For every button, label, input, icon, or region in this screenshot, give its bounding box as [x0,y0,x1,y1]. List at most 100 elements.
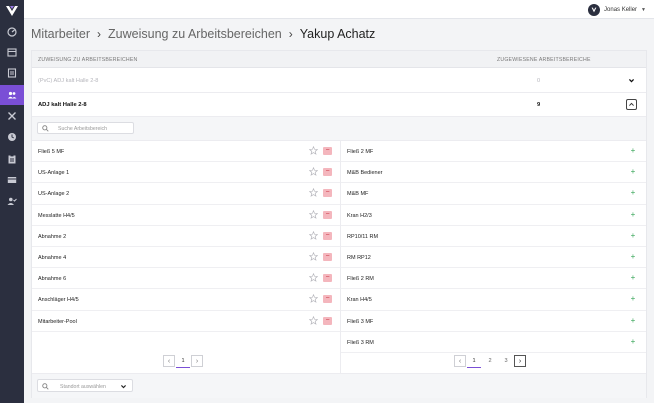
area-lists: Fließ 5 MF − US-Anlage 1− US-Anlage 2− Messl… [32,141,646,397]
add-button[interactable]: + [629,337,637,346]
chevron-down-icon [628,79,635,83]
sidebar-item-id-card[interactable] [0,170,24,190]
add-button[interactable]: + [629,210,637,219]
area-name: M&B Bediener [347,170,383,177]
list-item: US-Anlage 1 − [32,162,340,184]
star-icon[interactable] [308,230,319,240]
area-name: Anschläger H4/5 [38,297,79,304]
list-item: Fließ 5 MF − [32,141,340,163]
chevron-right-icon: › [288,27,293,41]
user-avatar-icon [591,7,597,12]
area-name: Kran H4/5 [347,297,372,304]
add-button[interactable]: + [629,168,637,176]
top-bar: Jonas Keller ▼ [24,0,654,19]
sidebar-item-time[interactable] [0,127,24,147]
breadcrumb-item-employees[interactable]: Mitarbeiter [31,27,90,41]
star-icon[interactable] [308,251,319,261]
collapse-button[interactable] [626,99,637,110]
remove-button[interactable]: − [323,147,332,155]
table-row-expanded[interactable]: ADJ kalt Halle 2-8 9 [32,93,646,117]
add-button[interactable]: + [629,274,637,282]
sidebar-item-tools[interactable] [0,106,24,126]
list-item: Fließ 2 MF + [341,141,646,163]
star-icon[interactable] [308,145,319,155]
search-input[interactable] [58,124,130,133]
area-name: Abnahme 6 [38,276,67,283]
add-button[interactable]: + [629,231,637,240]
document-icon [7,68,17,78]
sidebar-item-dashboard[interactable] [0,22,24,42]
area-name: Fließ 2 MF [347,149,374,155]
star-icon[interactable] [308,188,319,198]
add-button[interactable]: + [629,295,637,303]
expand-button[interactable] [626,75,637,86]
page-number[interactable]: 3 [498,358,514,364]
user-check-icon [7,197,17,205]
assigned-list: Fließ 5 MF − US-Anlage 1− US-Anlage 2− Messl… [32,141,340,332]
sidebar-item-users[interactable] [0,85,24,105]
chevron-right-icon: › [97,27,102,41]
area-name: RP10/11 RM [347,233,379,240]
location-select-placeholder: Standort auswählen [60,383,106,390]
breadcrumb-item-assignment[interactable]: Zuweisung zu Arbeitsbereichen [108,27,282,41]
list-item: RM RP12 + [341,247,646,269]
area-name: Fließ 5 MF [38,149,65,155]
list-item: Anschläger H4/5 − [32,289,340,311]
page-number[interactable]: 2 [482,358,498,364]
logo-icon[interactable] [4,4,20,18]
page-number[interactable]: 1 [466,358,482,368]
remove-button[interactable]: − [323,274,332,283]
remove-button[interactable]: − [323,295,332,304]
chevron-down-icon [121,385,126,389]
area-name: M&B MF [347,191,369,198]
next-page-button[interactable]: › [191,355,203,367]
star-icon[interactable] [308,315,319,325]
list-item: M&B Bediener + [341,162,646,184]
list-item: Abnahme 6 − [32,268,340,290]
add-button[interactable]: + [629,147,637,155]
search-box[interactable] [37,122,134,134]
area-group-label: ADJ kalt Halle 2-8 [38,102,87,108]
add-button[interactable]: + [629,252,637,261]
list-item: Fließ 3 RM + [341,332,646,353]
list-item: Abnahme 4 − [32,247,340,269]
page-number[interactable]: 1 [175,358,191,368]
area-name: Fließ 2 RM [347,276,374,283]
sidebar-item-clipboard[interactable] [0,149,24,169]
area-group-label: (PvC) ADJ kalt Halle 2-8 [38,78,99,84]
pagination-right: ‹ 1 2 3 › [454,355,526,368]
assigned-count: 9 [537,102,541,108]
list-item: RP10/11 RM + [341,226,646,247]
list-item: Abnahme 2 − [32,226,340,247]
sidebar-item-documents[interactable] [0,63,24,83]
next-page-button[interactable]: › [514,355,526,367]
table-header: ZUWEISUNG ZU ARBEITSBEREICHEN ZUGEWIESEN… [32,51,646,68]
sidebar-item-calendar[interactable] [0,42,24,62]
area-name: Fließ 3 MF [347,318,374,325]
column-header-assigned-count: ZUGEWIESENE ARBEITSBEREICHE [497,57,591,63]
star-icon[interactable] [308,272,319,283]
remove-button[interactable]: − [323,316,332,325]
remove-button[interactable]: − [323,210,332,219]
star-icon[interactable] [308,294,319,304]
location-select[interactable]: Standort auswählen [37,379,133,392]
remove-button[interactable]: − [323,189,332,198]
area-name: Abnahme 2 [38,233,67,240]
users-icon [7,91,17,99]
pagination-left: ‹ 1 › [163,355,203,368]
table-row[interactable]: (PvC) ADJ kalt Halle 2-8 0 [32,68,646,93]
star-icon[interactable] [308,209,319,219]
add-button[interactable]: + [629,316,637,325]
dashboard-icon [7,27,17,37]
prev-page-button[interactable]: ‹ [454,355,466,367]
remove-button[interactable]: − [323,231,332,240]
remove-button[interactable]: − [323,168,332,177]
add-button[interactable]: + [629,189,637,197]
prev-page-button[interactable]: ‹ [163,355,175,367]
search-icon [42,125,49,132]
star-icon[interactable] [308,166,319,177]
user-menu[interactable]: Jonas Keller ▼ [588,3,646,16]
remove-button[interactable]: − [323,252,332,261]
area-name: Abnahme 4 [38,254,67,261]
sidebar-item-user-check[interactable] [0,191,24,211]
